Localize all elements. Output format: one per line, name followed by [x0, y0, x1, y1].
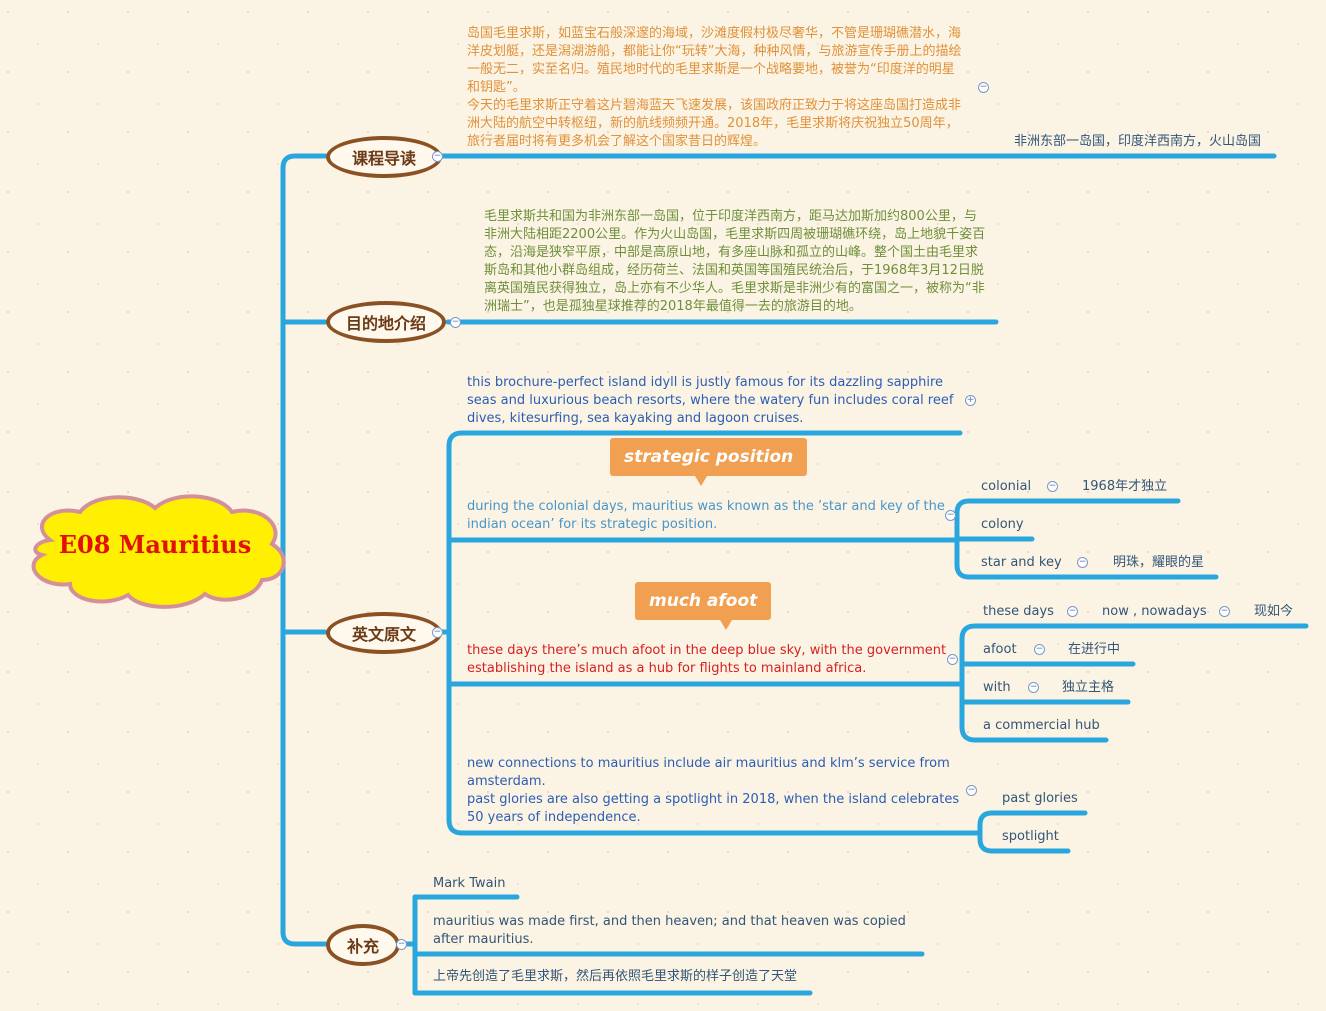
collapse-icon[interactable]: −	[1034, 644, 1045, 655]
term-colony[interactable]: colony	[981, 516, 1024, 534]
central-topic[interactable]: E08 Mauritius	[30, 530, 280, 559]
destination-note[interactable]: 毛里求斯共和国为非洲东部一岛国，位于印度洋西南方，距马达加斯加约800公里，与非…	[484, 208, 989, 316]
callout-strategic-position[interactable]: strategic position	[610, 438, 808, 486]
collapse-icon[interactable]: −	[432, 627, 443, 638]
term-with[interactable]: with	[983, 679, 1011, 697]
term-past-glories[interactable]: past glories	[1002, 790, 1078, 808]
quote-translation[interactable]: 上帝先创造了毛里求斯，然后再依照毛里求斯的样子创造了天堂	[433, 968, 797, 986]
expand-icon[interactable]: +	[965, 395, 976, 406]
intro-summary[interactable]: 非洲东部一岛国，印度洋西南方，火山岛国	[1014, 133, 1274, 151]
term-spotlight[interactable]: spotlight	[1002, 828, 1059, 846]
collapse-icon[interactable]: −	[450, 317, 461, 328]
term-now-nowadays[interactable]: now , nowadays	[1102, 603, 1207, 621]
branch-original-text[interactable]: 英文原文	[326, 612, 442, 654]
term-star-and-key[interactable]: star and key	[981, 554, 1062, 572]
callout-much-afoot[interactable]: much afoot	[635, 582, 772, 630]
note-star-and-key[interactable]: 明珠，耀眼的星	[1113, 554, 1204, 572]
paragraph-3[interactable]: these days there’s much afoot in the dee…	[467, 642, 947, 678]
collapse-icon[interactable]: −	[1219, 606, 1230, 617]
branch-intro[interactable]: 课程导读	[326, 136, 442, 178]
collapse-icon[interactable]: −	[1047, 481, 1058, 492]
quote-author[interactable]: Mark Twain	[433, 875, 505, 893]
collapse-icon[interactable]: −	[396, 939, 407, 950]
collapse-icon[interactable]: −	[432, 151, 443, 162]
note-now[interactable]: 现如今	[1254, 603, 1293, 621]
note-afoot[interactable]: 在进行中	[1068, 641, 1120, 659]
collapse-icon[interactable]: −	[966, 785, 977, 796]
paragraph-2[interactable]: during the colonial days, mauritius was …	[467, 498, 947, 534]
intro-note[interactable]: 岛国毛里求斯，如蓝宝石般深邃的海域，沙滩度假村极尽奢华，不管是珊瑚礁潜水，海洋皮…	[467, 25, 967, 151]
collapse-icon[interactable]: −	[1028, 682, 1039, 693]
branch-destination[interactable]: 目的地介绍	[326, 301, 446, 343]
note-colonial[interactable]: 1968年才独立	[1082, 478, 1167, 496]
collapse-icon[interactable]: −	[978, 82, 989, 93]
term-afoot[interactable]: afoot	[983, 641, 1017, 659]
term-these-days[interactable]: these days	[983, 603, 1054, 621]
collapse-icon[interactable]: −	[1077, 557, 1088, 568]
note-with[interactable]: 独立主格	[1062, 679, 1114, 697]
term-colonial[interactable]: colonial	[981, 478, 1031, 496]
branch-supplement[interactable]: 补充	[326, 924, 400, 966]
collapse-icon[interactable]: −	[1067, 606, 1078, 617]
quote-text[interactable]: mauritius was made first, and then heave…	[433, 913, 918, 949]
paragraph-1[interactable]: this brochure-perfect island idyll is ju…	[467, 374, 957, 428]
term-commercial-hub[interactable]: a commercial hub	[983, 717, 1100, 735]
paragraph-4[interactable]: new connections to mauritius include air…	[467, 755, 962, 827]
